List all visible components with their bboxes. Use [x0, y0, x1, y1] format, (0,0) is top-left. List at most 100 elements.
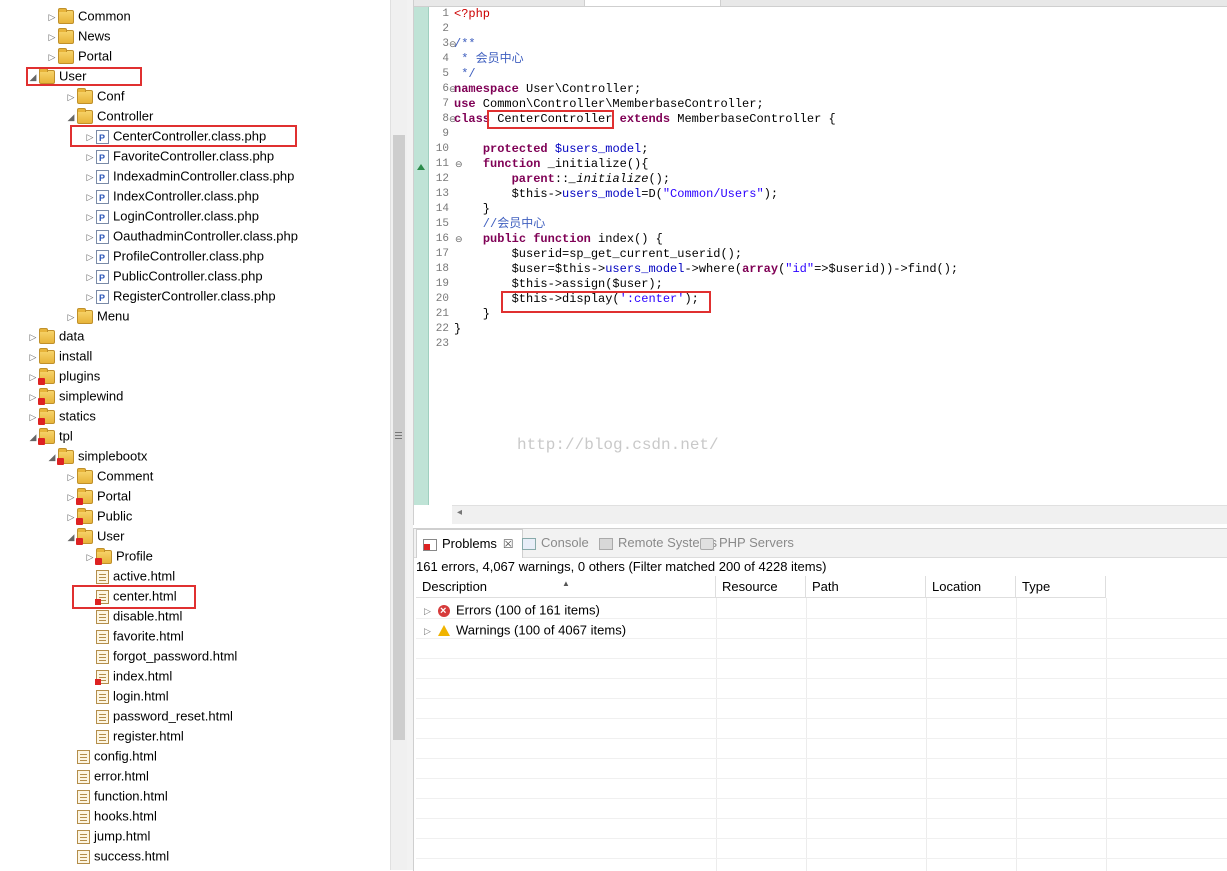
- tree-item[interactable]: ▷ News: [46, 26, 111, 46]
- code-line[interactable]: /**: [454, 37, 476, 52]
- tree-item[interactable]: ▷ plugins: [27, 366, 100, 386]
- tree-item[interactable]: ▷ ProfileController.class.php: [84, 246, 265, 268]
- tree-item[interactable]: hooks.html: [65, 806, 157, 826]
- code-line[interactable]: }: [454, 307, 490, 322]
- tree-item[interactable]: disable.html: [84, 606, 182, 626]
- column-header-location[interactable]: Location: [926, 576, 1016, 598]
- tree-item[interactable]: ▷ Common: [46, 6, 131, 26]
- tree-item[interactable]: login.html: [84, 686, 169, 706]
- code-line[interactable]: //会员中心: [454, 217, 545, 232]
- code-line[interactable]: $userid=sp_get_current_userid();: [454, 247, 742, 262]
- code-line[interactable]: $this->users_model=D("Common/Users");: [454, 187, 778, 202]
- collapse-arrow-icon[interactable]: ▷: [46, 7, 58, 27]
- tree-item[interactable]: ▷ RegisterController.class.php: [84, 286, 276, 308]
- tree-item[interactable]: ▷ IndexadminController.class.php: [84, 166, 295, 188]
- collapse-arrow-icon[interactable]: ▷: [65, 467, 77, 487]
- collapse-arrow-icon[interactable]: ▷: [65, 307, 77, 327]
- collapse-arrow-icon[interactable]: ▷: [84, 147, 96, 167]
- tree-item[interactable]: ▷ simplewind: [27, 386, 123, 406]
- tree-item[interactable]: ◢ tpl: [27, 426, 73, 446]
- tree-item[interactable]: ▷ Comment: [65, 466, 153, 486]
- code-line[interactable]: function _initialize(){: [454, 157, 649, 172]
- tree-item[interactable]: register.html: [84, 726, 184, 746]
- collapse-arrow-icon[interactable]: ▷: [46, 47, 58, 67]
- tree-item-label: Conf: [97, 88, 125, 104]
- collapse-arrow-icon[interactable]: ▷: [84, 227, 96, 247]
- tree-item[interactable]: function.html: [65, 786, 168, 806]
- code-line[interactable]: * 会员中心: [454, 52, 523, 67]
- collapse-arrow-icon[interactable]: ▷: [84, 267, 96, 287]
- tree-item[interactable]: password_reset.html: [84, 706, 233, 726]
- row-grid-line: [416, 698, 1227, 699]
- expand-arrow-icon[interactable]: ▷: [424, 621, 438, 641]
- tree-item[interactable]: active.html: [84, 566, 175, 586]
- tree-item[interactable]: ▷ IndexController.class.php: [84, 186, 259, 208]
- collapse-arrow-icon[interactable]: ▷: [84, 207, 96, 227]
- tab-problems[interactable]: Problems ☒: [416, 529, 523, 558]
- tree-item[interactable]: ▷ Profile: [84, 546, 153, 566]
- code-line[interactable]: protected $users_model;: [454, 142, 649, 157]
- code-line[interactable]: }: [454, 202, 490, 217]
- tree-item[interactable]: index.html: [84, 666, 172, 686]
- tree-item[interactable]: ◢ User: [65, 526, 124, 546]
- code-line[interactable]: <?php: [454, 7, 490, 22]
- tree-item[interactable]: ▷ Portal: [46, 46, 112, 66]
- tree-scrollbar[interactable]: [390, 0, 408, 870]
- collapse-arrow-icon[interactable]: ▷: [84, 167, 96, 187]
- collapse-arrow-icon[interactable]: ▷: [84, 287, 96, 307]
- tree-item[interactable]: ▷ Portal: [65, 486, 131, 506]
- tree-item[interactable]: ▷ OauthadminController.class.php: [84, 226, 298, 248]
- tree-item-label: active.html: [113, 568, 176, 584]
- tree-item[interactable]: favorite.html: [84, 626, 184, 646]
- tree-item[interactable]: ◢ simplebootx: [46, 446, 147, 466]
- tree-item[interactable]: ▷ Public: [65, 506, 132, 526]
- code-line[interactable]: }: [454, 322, 461, 337]
- collapse-arrow-icon[interactable]: ▷: [65, 87, 77, 107]
- code-area[interactable]: <?php /** * 会员中心 */namespace User\Control…: [454, 7, 1224, 505]
- code-line[interactable]: $this->assign($user);: [454, 277, 663, 292]
- editor-horizontal-scrollbar[interactable]: ◂: [452, 505, 1227, 524]
- code-line[interactable]: parent::_initialize();: [454, 172, 670, 187]
- expand-arrow-icon[interactable]: ▷: [424, 601, 438, 621]
- tree-item[interactable]: config.html: [65, 746, 157, 766]
- code-line[interactable]: public function index() {: [454, 232, 663, 247]
- collapse-arrow-icon[interactable]: ▷: [27, 347, 39, 367]
- code-line[interactable]: namespace User\Controller;: [454, 82, 641, 97]
- php-file-icon: [96, 208, 109, 228]
- tree-item[interactable]: error.html: [65, 766, 149, 786]
- problems-group-row[interactable]: ▷ Warnings (100 of 4067 items): [416, 620, 1227, 640]
- collapse-arrow-icon[interactable]: ▷: [46, 27, 58, 47]
- expand-arrow-icon[interactable]: ◢: [65, 107, 77, 127]
- scroll-left-icon[interactable]: ◂: [457, 507, 462, 518]
- tree-item[interactable]: ▷ statics: [27, 406, 96, 426]
- tree-item-label: Profile: [116, 548, 153, 564]
- collapse-arrow-icon[interactable]: ▷: [84, 247, 96, 267]
- tree-item[interactable]: ▷ Conf: [65, 86, 124, 106]
- tree-item[interactable]: forgot_password.html: [84, 646, 237, 666]
- collapse-arrow-icon[interactable]: ▷: [27, 327, 39, 347]
- editor-tab-strip: [414, 0, 1227, 7]
- tree-scrollbar-thumb[interactable]: [393, 135, 405, 740]
- tree-item[interactable]: ▷ install: [27, 346, 92, 366]
- column-header-resource[interactable]: Resource: [716, 576, 806, 598]
- tree-item[interactable]: jump.html: [65, 826, 150, 846]
- tree-item[interactable]: ▷ Menu: [65, 306, 130, 326]
- tree-item[interactable]: ◢ Controller: [65, 106, 153, 126]
- tree-item[interactable]: ▷ LoginController.class.php: [84, 206, 259, 228]
- problems-group-row[interactable]: ▷ Errors (100 of 161 items): [416, 600, 1227, 621]
- close-tab-icon[interactable]: ☒: [503, 537, 514, 551]
- tab-php-servers[interactable]: PHP Servers: [700, 529, 794, 557]
- editor-tab[interactable]: [584, 0, 721, 7]
- tree-item[interactable]: ▷ PublicController.class.php: [84, 266, 263, 288]
- code-line[interactable]: */: [454, 67, 475, 82]
- code-line[interactable]: $user=$this->users_model->where(array("i…: [454, 262, 959, 277]
- collapse-arrow-icon[interactable]: ▷: [84, 187, 96, 207]
- tree-item[interactable]: success.html: [65, 846, 169, 866]
- column-header-type[interactable]: Type: [1016, 576, 1106, 598]
- tab-console[interactable]: Console: [522, 529, 589, 557]
- column-header-path[interactable]: Path: [806, 576, 926, 598]
- tree-item[interactable]: ▷ data: [27, 326, 84, 346]
- column-header-description[interactable]: Description ▲: [416, 576, 716, 598]
- column-header-label: Description: [422, 579, 488, 594]
- tree-item[interactable]: ▷ FavoriteController.class.php: [84, 146, 275, 168]
